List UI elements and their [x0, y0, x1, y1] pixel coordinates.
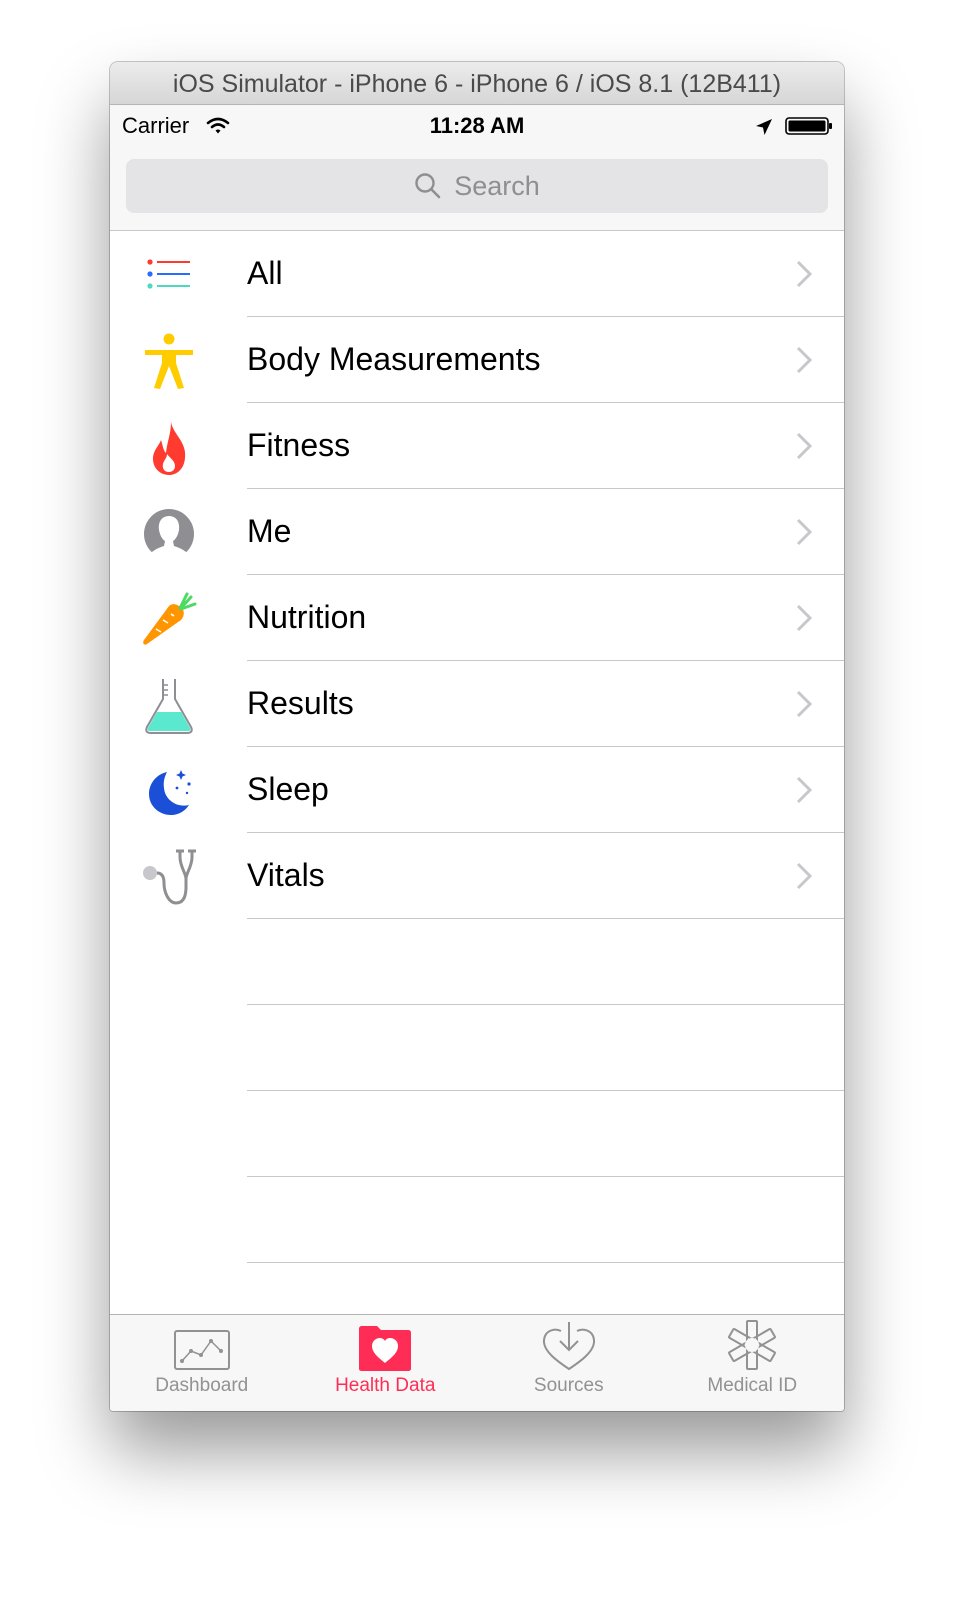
- category-label: Fitness: [247, 427, 351, 463]
- tab-label: Health Data: [335, 1375, 436, 1396]
- chevron-right-icon: [796, 518, 813, 551]
- category-row-vitals[interactable]: Vitals: [110, 833, 844, 919]
- tab-sources[interactable]: Sources: [477, 1315, 661, 1411]
- tab-label: Sources: [533, 1375, 604, 1396]
- search-bar: Search: [110, 146, 844, 231]
- tab-label: Medical ID: [707, 1375, 798, 1396]
- battery-icon: [785, 116, 833, 142]
- category-row-body-measurements[interactable]: Body Measurements: [110, 317, 844, 403]
- body-figure-icon: [140, 333, 198, 391]
- simulator-window: iOS Simulator - iPhone 6 - iPhone 6 / iO…: [110, 62, 844, 1411]
- dashboard-icon: [110, 1315, 294, 1375]
- chevron-right-icon: [796, 776, 813, 809]
- category-label: Body Measurements: [247, 341, 541, 377]
- window-title: iOS Simulator - iPhone 6 - iPhone 6 / iO…: [110, 62, 844, 105]
- search-icon: [415, 173, 441, 199]
- stethoscope-icon: [140, 849, 198, 907]
- category-list: All Body Measurements Fitness Me Nutriti…: [110, 231, 844, 1263]
- tab-label: Dashboard: [155, 1375, 249, 1396]
- carrot-icon: [140, 591, 198, 649]
- chevron-right-icon: [796, 690, 813, 723]
- category-row-sleep[interactable]: Sleep: [110, 747, 844, 833]
- medical-id-icon: [661, 1315, 845, 1375]
- chevron-right-icon: [796, 862, 813, 895]
- person-icon: [140, 505, 198, 563]
- category-label: Me: [247, 513, 292, 549]
- category-row-me[interactable]: Me: [110, 489, 844, 575]
- moon-icon: [140, 763, 198, 821]
- location-arrow-icon: [755, 116, 773, 142]
- row-separator: [247, 1262, 844, 1263]
- category-label: Vitals: [247, 857, 325, 893]
- category-row-all[interactable]: All: [110, 231, 844, 317]
- empty-row: [110, 1005, 844, 1091]
- flask-icon: [140, 677, 198, 735]
- search-placeholder: Search: [454, 170, 540, 201]
- empty-row: [110, 919, 844, 1005]
- health-data-icon: [294, 1315, 478, 1375]
- category-row-fitness[interactable]: Fitness: [110, 403, 844, 489]
- status-bar: Carrier 11:28 AM: [110, 105, 844, 146]
- empty-row: [110, 1177, 844, 1263]
- tab-bar: Dashboard Health Data Sources Medical ID: [110, 1314, 844, 1411]
- search-input[interactable]: Search: [126, 159, 828, 213]
- tab-dashboard[interactable]: Dashboard: [110, 1315, 294, 1411]
- category-row-nutrition[interactable]: Nutrition: [110, 575, 844, 661]
- empty-row: [110, 1091, 844, 1177]
- category-label: Nutrition: [247, 599, 367, 635]
- category-label: All: [247, 255, 283, 291]
- chevron-right-icon: [796, 604, 813, 637]
- chevron-right-icon: [796, 346, 813, 379]
- tab-medical-id[interactable]: Medical ID: [661, 1315, 845, 1411]
- list-icon: [140, 247, 198, 305]
- tab-health-data[interactable]: Health Data: [294, 1315, 478, 1411]
- category-row-results[interactable]: Results: [110, 661, 844, 747]
- category-label: Sleep: [247, 771, 329, 807]
- status-time: 11:28 AM: [429, 113, 525, 138]
- chevron-right-icon: [796, 432, 813, 465]
- category-label: Results: [247, 685, 354, 721]
- chevron-right-icon: [796, 260, 813, 293]
- sources-icon: [477, 1315, 661, 1375]
- flame-icon: [140, 419, 198, 477]
